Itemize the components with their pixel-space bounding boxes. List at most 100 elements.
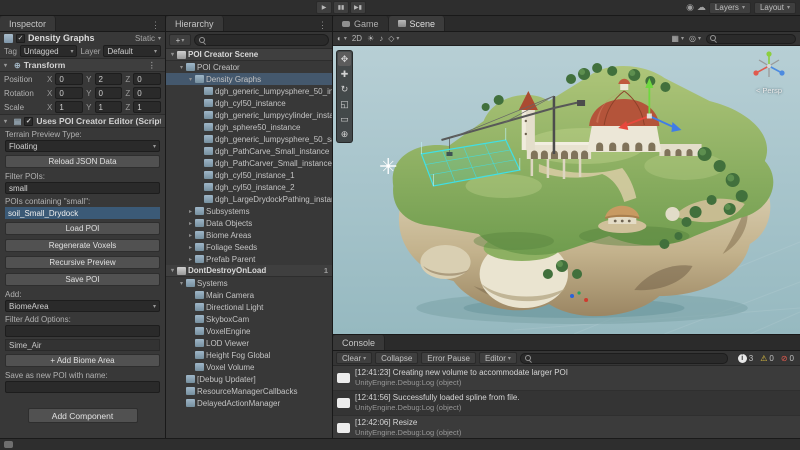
step-button[interactable]: ▶▮ [350, 1, 366, 14]
console-search-input[interactable] [536, 354, 723, 363]
hierarchy-item[interactable]: DelayedActionManager [166, 397, 332, 409]
hierarchy-item[interactable]: ResourceManagerCallbacks [166, 385, 332, 397]
gizmos-dropdown[interactable]: ◎▾ [689, 34, 701, 43]
position-x-field[interactable]: 0 [55, 73, 83, 85]
expand-arrow-icon[interactable]: ▸ [186, 256, 195, 263]
hierarchy-item[interactable]: ▸Prefab Parent [166, 253, 332, 265]
panel-menu-icon[interactable]: ⋮ [146, 20, 165, 31]
hierarchy-item[interactable]: [Debug Updater] [166, 373, 332, 385]
grid-dropdown[interactable]: ▦▾ [671, 34, 684, 43]
console-log-entry[interactable]: [12:41:23] Creating new volume to accomm… [333, 366, 800, 391]
hierarchy-item[interactable]: Directional Light [166, 301, 332, 313]
hierarchy-item[interactable]: dgh_generic_lumpysphere_50_instance [166, 85, 332, 97]
hierarchy-item[interactable]: dgh_PathCarve_Small_instance [166, 145, 332, 157]
hierarchy-item[interactable]: ▾Systems [166, 277, 332, 289]
poi-list-item-selected[interactable]: soil_Small_Drydock [5, 207, 160, 219]
editor-dropdown[interactable]: Editor ▾ [479, 352, 517, 364]
hierarchy-item[interactable]: dgh_cyl50_instance_2 [166, 181, 332, 193]
expand-arrow-icon[interactable]: ▾ [168, 267, 177, 274]
component-enabled-checkbox[interactable]: ✓ [24, 117, 33, 126]
expand-arrow-icon[interactable]: ▾ [186, 76, 195, 83]
terrain-preview-dropdown[interactable]: Floating ▾ [5, 140, 160, 152]
expand-arrow-icon[interactable]: ▸ [186, 244, 195, 251]
tab-game[interactable]: Game [333, 16, 389, 31]
cloud-icon[interactable]: ☁ [697, 2, 706, 13]
add-biome-area-button[interactable]: + Add Biome Area [5, 354, 160, 367]
filter-add-options-input[interactable] [5, 325, 160, 337]
panel-menu-icon[interactable]: ⋮ [313, 20, 332, 31]
rect-tool[interactable]: ▭ [338, 112, 351, 126]
hierarchy-search-input[interactable] [210, 36, 324, 45]
recursive-preview-button[interactable]: Recursive Preview [5, 256, 160, 269]
scene-viewport[interactable]: ✥✚↻◱▭⊕ < Persp [333, 46, 800, 334]
scale-x-field[interactable]: 1 [55, 101, 83, 113]
hierarchy-item[interactable]: Height Fog Global [166, 349, 332, 361]
hierarchy-item[interactable]: dgh_generic_lumpycylinder_instance [166, 109, 332, 121]
scale-y-field[interactable]: 1 [95, 101, 123, 113]
error-count-toggle[interactable]: ⊘ 0 [778, 354, 797, 363]
hierarchy-item[interactable]: Voxel Volume [166, 361, 332, 373]
hierarchy-item[interactable]: ▸Data Objects [166, 217, 332, 229]
add-type-dropdown[interactable]: BiomeArea ▾ [5, 300, 160, 312]
foldout-icon[interactable]: ▾ [4, 118, 11, 125]
rotation-z-field[interactable]: 0 [133, 87, 161, 99]
poi-editor-component-header[interactable]: ▾ ▤ ✓ Uses POI Creator Editor (Script) [0, 114, 165, 128]
tab-scene[interactable]: Scene [389, 16, 446, 31]
foldout-icon[interactable]: ▾ [4, 62, 11, 69]
hierarchy-item[interactable]: Main Camera [166, 289, 332, 301]
layer-dropdown[interactable]: Default ▾ [103, 45, 161, 57]
info-count-toggle[interactable]: i 3 [735, 354, 756, 363]
transform-component-header[interactable]: ▾ ⊕ Transform ⋮ [0, 58, 165, 72]
static-dropdown-icon[interactable]: ▾ [158, 35, 161, 42]
warning-count-toggle[interactable]: ⚠ 0 [757, 354, 777, 363]
audio-toggle[interactable]: ♪ [379, 34, 383, 43]
hierarchy-item[interactable]: ▾Density Graphs [166, 73, 332, 85]
hierarchy-item[interactable]: dgh_PathCarver_Small_instance_1 [166, 157, 332, 169]
scene-3d-render[interactable] [333, 46, 800, 334]
clear-button[interactable]: Clear ▾ [336, 352, 372, 364]
layers-dropdown[interactable]: Layers ▾ [709, 2, 751, 14]
scale-tool[interactable]: ◱ [338, 97, 351, 111]
add-component-button[interactable]: Add Component [28, 408, 138, 423]
expand-arrow-icon[interactable]: ▸ [186, 220, 195, 227]
save-poi-button[interactable]: Save POI [5, 273, 160, 286]
status-console-icon[interactable] [4, 441, 13, 448]
persp-mode-label[interactable]: < Persp [746, 86, 792, 95]
tab-hierarchy[interactable]: Hierarchy [166, 16, 224, 31]
hierarchy-item[interactable]: dgh_cyl50_instance [166, 97, 332, 109]
rotate-tool[interactable]: ↻ [338, 82, 351, 96]
error-pause-toggle[interactable]: Error Pause [421, 352, 476, 364]
hierarchy-item[interactable]: ▸Foliage Seeds [166, 241, 332, 253]
scene-search-input[interactable] [720, 34, 792, 43]
hierarchy-item[interactable]: SkyboxCam [166, 313, 332, 325]
position-z-field[interactable]: 0 [133, 73, 161, 85]
shading-mode-dropdown[interactable]: ◐▾ [337, 34, 347, 43]
expand-arrow-icon[interactable]: ▾ [177, 280, 186, 287]
lighting-toggle[interactable]: ☀ [367, 34, 374, 43]
2d-toggle[interactable]: 2D [352, 34, 362, 43]
console-log-entry[interactable]: [12:41:56] Successfully loaded spline fr… [333, 391, 800, 416]
hierarchy-scene-row[interactable]: ▾POI Creator Scene [166, 49, 332, 61]
expand-arrow-icon[interactable]: ▾ [168, 51, 177, 58]
position-y-field[interactable]: 2 [95, 73, 123, 85]
hierarchy-item[interactable]: dgh_LargeDrydockPathing_instance [166, 193, 332, 205]
layout-dropdown[interactable]: Layout ▾ [754, 2, 796, 14]
expand-arrow-icon[interactable]: ▾ [177, 64, 186, 71]
hierarchy-item[interactable]: ▸Biome Areas [166, 229, 332, 241]
biome-option-item[interactable]: Sime_Air [5, 339, 160, 351]
tab-console[interactable]: Console [333, 335, 385, 350]
reload-json-button[interactable]: Reload JSON Data [5, 155, 160, 168]
view-tool[interactable]: ✥ [338, 52, 351, 66]
expand-arrow-icon[interactable]: ▸ [186, 232, 195, 239]
play-button[interactable]: ▶ [316, 1, 332, 14]
hierarchy-item[interactable]: dgh_generic_lumpysphere_50_sand_instan [166, 133, 332, 145]
load-poi-button[interactable]: Load POI [5, 222, 160, 235]
regenerate-voxels-button[interactable]: Regenerate Voxels [5, 239, 160, 252]
save-new-poi-name-input[interactable] [5, 381, 160, 393]
hierarchy-item[interactable]: dgh_sphere50_instance [166, 121, 332, 133]
filter-pois-input[interactable] [5, 182, 160, 194]
console-log-entry[interactable]: [12:42:06] ResizeUnityEngine.Debug:Log (… [333, 416, 800, 438]
component-menu-icon[interactable]: ⋮ [143, 60, 162, 71]
scale-z-field[interactable]: 1 [133, 101, 161, 113]
rotation-x-field[interactable]: 0 [55, 87, 83, 99]
